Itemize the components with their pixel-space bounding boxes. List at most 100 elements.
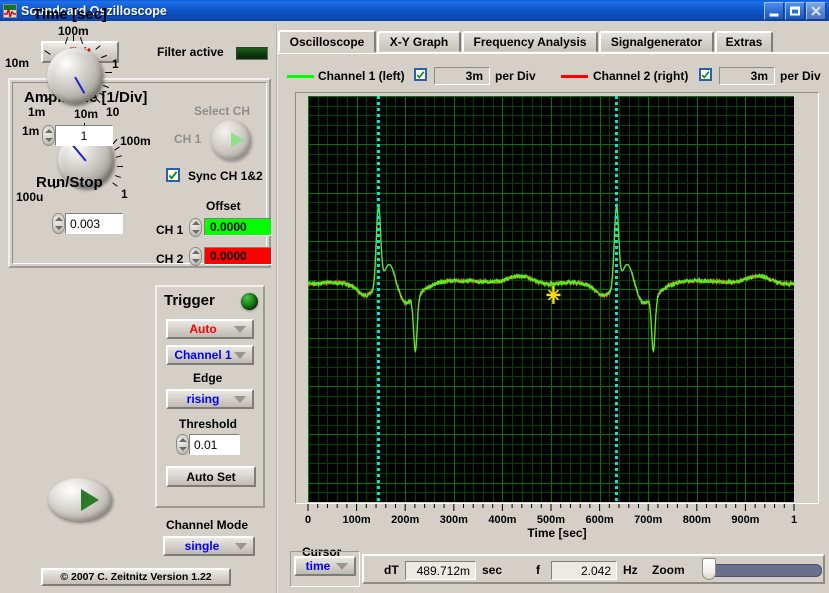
offset-ch1-label: CH 1 bbox=[156, 223, 184, 237]
time-knob-label-100m: 100m bbox=[58, 24, 89, 38]
amplitude-knob-label-1: 1 bbox=[121, 187, 128, 201]
svg-text:200m: 200m bbox=[391, 514, 419, 526]
trigger-edge-dropdown[interactable]: rising bbox=[166, 389, 254, 409]
cursor-readout-panel: dT 489.712m sec f 2.042 Hz Zoom bbox=[362, 554, 825, 584]
dt-value-field: 489.712m bbox=[405, 561, 476, 580]
time-knob-label-10: 10 bbox=[106, 105, 120, 119]
sync-channels-label: Sync CH 1&2 bbox=[188, 169, 263, 183]
tab-extras[interactable]: Extras bbox=[715, 31, 773, 53]
channel2-enable-checkbox[interactable] bbox=[699, 68, 712, 81]
copyright-label: © 2007 C. Zeitnitz Version 1.22 bbox=[41, 568, 231, 586]
channel1-per-div-field[interactable]: 3m bbox=[434, 67, 490, 85]
trigger-title: Trigger bbox=[164, 292, 215, 309]
svg-text:300m: 300m bbox=[440, 514, 468, 526]
amplitude-value-stepper[interactable]: 0.003 bbox=[52, 213, 123, 234]
time-knob[interactable] bbox=[47, 48, 103, 104]
frequency-unit-label: Hz bbox=[623, 563, 638, 577]
frequency-label: f bbox=[536, 563, 540, 577]
time-stepper-arrows[interactable] bbox=[42, 125, 55, 146]
filter-active-label: Filter active bbox=[157, 45, 224, 59]
offset-ch1-field[interactable]: 0.0000 bbox=[204, 218, 272, 236]
channel-mode-title: Channel Mode bbox=[166, 518, 249, 532]
tab-bar: Oscilloscope X-Y Graph Frequency Analysi… bbox=[278, 30, 829, 53]
chevron-down-icon bbox=[336, 563, 348, 570]
trigger-source-value: Channel 1 bbox=[174, 348, 232, 362]
play-icon bbox=[81, 488, 99, 511]
channel1-label: Channel 1 (left) bbox=[318, 69, 405, 83]
tab-frequency-analysis[interactable]: Frequency Analysis bbox=[462, 31, 598, 53]
run-stop-button[interactable] bbox=[48, 478, 112, 521]
offset-ch1-stepper[interactable] bbox=[189, 218, 202, 237]
threshold-stepper-arrows[interactable] bbox=[176, 434, 189, 455]
amplitude-knob-label-1m: 1m bbox=[22, 124, 40, 138]
channel-mode-dropdown[interactable]: single bbox=[163, 536, 255, 556]
offset-ch2-stepper[interactable] bbox=[189, 247, 202, 266]
sync-channels-checkbox[interactable] bbox=[166, 168, 180, 182]
svg-text:400m: 400m bbox=[488, 514, 516, 526]
amplitude-knob-label-10m: 10m bbox=[74, 107, 99, 121]
offset-ch2-stepper-arrows[interactable] bbox=[189, 247, 202, 266]
chevron-down-icon bbox=[234, 396, 246, 403]
offset-ch2-field[interactable]: 0.0000 bbox=[204, 247, 272, 265]
offset-title: Offset bbox=[206, 199, 241, 213]
vertical-divider bbox=[276, 24, 278, 593]
threshold-stepper[interactable]: 0.01 bbox=[176, 434, 240, 455]
chevron-down-icon bbox=[235, 543, 247, 550]
oscilloscope-plot[interactable] bbox=[308, 96, 794, 502]
time-knob-label-1: 1 bbox=[112, 57, 119, 71]
trigger-panel: Trigger Auto Channel 1 Edge rising Thres… bbox=[155, 285, 265, 508]
svg-text:0: 0 bbox=[305, 514, 311, 526]
minimize-icon[interactable] bbox=[764, 2, 784, 20]
frequency-value-field: 2.042 bbox=[551, 561, 617, 580]
time-knob-label-1m: 1m bbox=[28, 105, 46, 119]
channel2-per-div-label: per Div bbox=[780, 69, 821, 83]
zoom-slider-track[interactable] bbox=[706, 564, 822, 577]
chevron-down-icon bbox=[234, 326, 246, 333]
chevron-down-icon bbox=[234, 352, 246, 359]
maximize-icon[interactable] bbox=[785, 2, 805, 20]
time-value-field[interactable]: 1 bbox=[55, 125, 113, 146]
dt-label: dT bbox=[384, 563, 399, 577]
amplitude-value-field[interactable]: 0.003 bbox=[65, 213, 123, 234]
oscilloscope-plot-frame bbox=[295, 92, 819, 504]
cursor-mode-dropdown[interactable]: time bbox=[294, 556, 356, 576]
channel-mode-value: single bbox=[184, 539, 220, 553]
auto-set-button[interactable]: Auto Set bbox=[166, 466, 256, 487]
channel1-enable-checkbox[interactable] bbox=[414, 68, 427, 81]
tab-signalgenerator[interactable]: Signalgenerator bbox=[599, 31, 714, 53]
svg-text:500m: 500m bbox=[537, 514, 565, 526]
dt-unit-label: sec bbox=[482, 563, 503, 577]
svg-text:800m: 800m bbox=[683, 514, 711, 526]
svg-text:100m: 100m bbox=[343, 514, 371, 526]
amplitude-stepper-arrows[interactable] bbox=[52, 213, 65, 234]
channel1-color-swatch bbox=[287, 75, 314, 78]
filter-active-led bbox=[236, 47, 268, 60]
select-ch-value: CH 1 bbox=[174, 132, 202, 146]
tab-oscilloscope[interactable]: Oscilloscope bbox=[278, 30, 376, 53]
trigger-mode-dropdown[interactable]: Auto bbox=[166, 319, 254, 339]
cursor-bar: Cursor time dT 489.712m sec f 2.042 Hz Z… bbox=[290, 545, 827, 589]
zoom-slider-thumb[interactable] bbox=[702, 558, 716, 580]
time-value-stepper[interactable]: 1 bbox=[42, 125, 113, 146]
select-ch-knob[interactable] bbox=[211, 120, 251, 160]
offset-ch1-stepper-arrows[interactable] bbox=[189, 218, 202, 237]
select-ch-label: Select CH bbox=[194, 104, 251, 118]
trigger-source-dropdown[interactable]: Channel 1 bbox=[166, 345, 254, 365]
offset-ch2-label: CH 2 bbox=[156, 252, 184, 266]
tab-xy-graph[interactable]: X-Y Graph bbox=[377, 31, 461, 53]
trigger-mode-value: Auto bbox=[189, 322, 217, 336]
cursor-mode-value: time bbox=[305, 559, 331, 573]
window-titlebar: Soundcard Oszilloscope bbox=[0, 0, 829, 21]
channel2-per-div-field[interactable]: 3m bbox=[719, 67, 775, 85]
time-title: Time [sec] bbox=[33, 6, 107, 23]
channel2-label: Channel 2 (right) bbox=[593, 69, 689, 83]
edge-title: Edge bbox=[193, 371, 223, 385]
channel2-color-swatch bbox=[561, 75, 588, 78]
x-axis-title: Time [sec] bbox=[527, 526, 587, 540]
time-knob-label-10m: 10m bbox=[5, 56, 30, 70]
threshold-field[interactable]: 0.01 bbox=[189, 434, 240, 455]
svg-text:600m: 600m bbox=[586, 514, 614, 526]
zoom-label: Zoom bbox=[652, 563, 685, 577]
runstop-title: Run/Stop bbox=[36, 174, 103, 191]
close-icon[interactable] bbox=[806, 2, 826, 20]
